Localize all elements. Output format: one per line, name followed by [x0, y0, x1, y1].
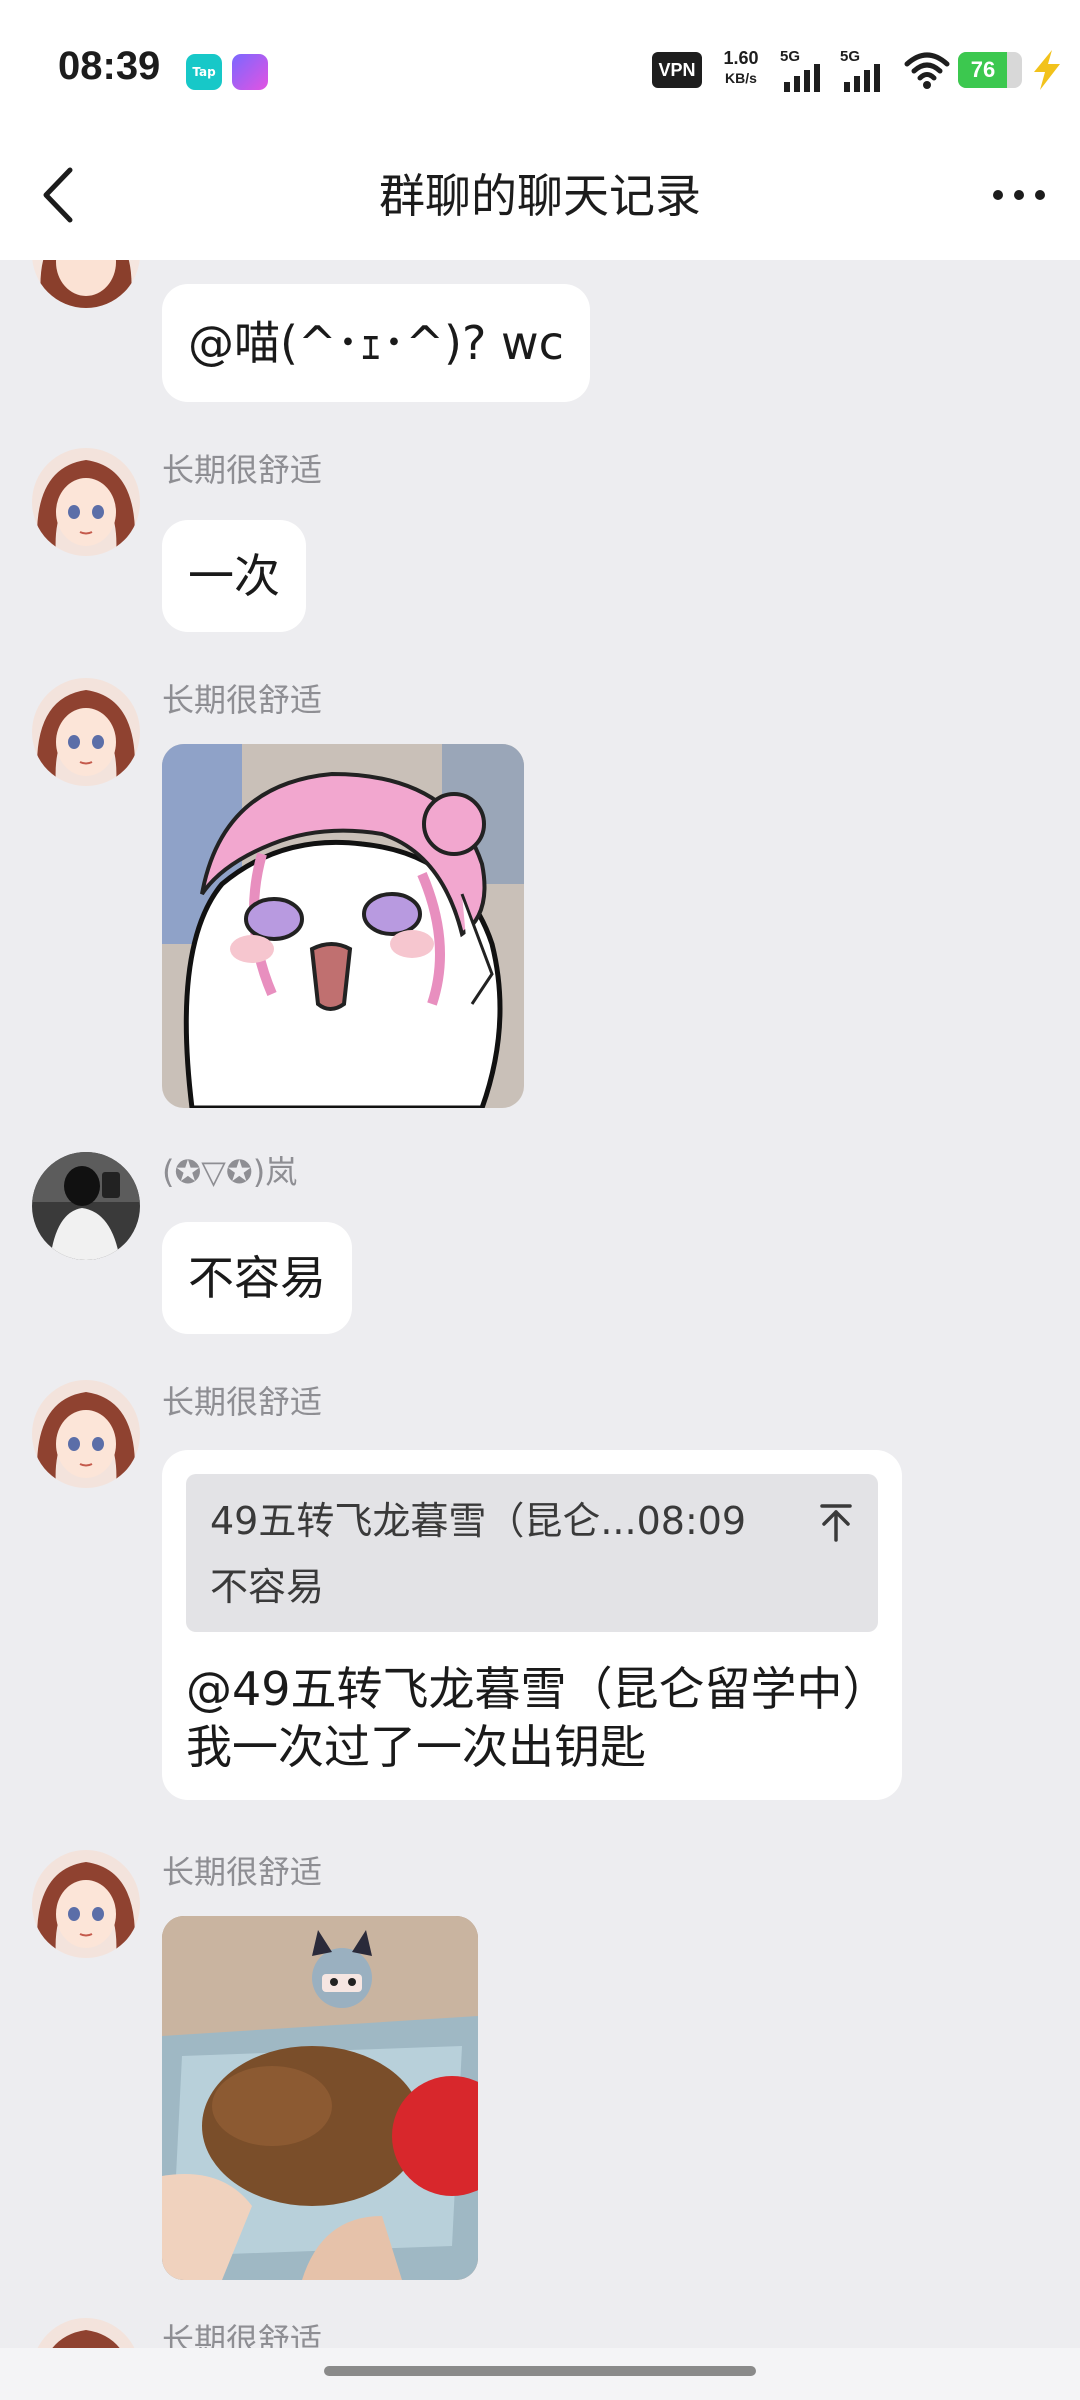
reply-message-bubble[interactable]: 49五转飞龙暮雪（昆仑...08:09 不容易 @49五转飞龙暮雪（昆仑留学中）…: [162, 1450, 902, 1800]
avatar[interactable]: [32, 678, 140, 786]
tap-icon: Tap: [186, 54, 222, 90]
status-bar: 08:39 Tap VPN 1.60 KB/s 5G 5G 76: [0, 0, 1080, 130]
avatar[interactable]: [32, 1380, 140, 1488]
more-button[interactable]: [984, 160, 1054, 230]
signal-icon: 5G: [840, 48, 888, 92]
speed-value: 1.60: [723, 48, 759, 68]
message-text: @喵(^･ｪ･^)? wc: [188, 316, 564, 370]
vpn-icon: VPN: [652, 52, 702, 88]
anime-girl-sticker[interactable]: [162, 744, 524, 1108]
signal-label: 5G: [840, 48, 861, 65]
message-text: 不容易: [188, 1251, 326, 1305]
avatar[interactable]: [32, 448, 140, 556]
message-bubble[interactable]: @喵(^･ｪ･^)? wc: [162, 284, 590, 402]
battery-percent: 76: [970, 57, 996, 82]
sender-name: (✪▽✪)岚: [162, 1153, 298, 1191]
sender-name: 长期很舒适: [162, 1383, 323, 1421]
status-time: 08:39: [58, 44, 161, 88]
sender-name: 长期很舒适: [162, 1853, 323, 1891]
message-bubble[interactable]: 一次: [162, 520, 306, 632]
battery-icon: 76: [958, 52, 1022, 88]
signal-icon: 5G: [780, 48, 828, 92]
speed-unit: KB/s: [725, 70, 757, 86]
signal-label: 5G: [780, 48, 801, 65]
reply-text: @49五转飞龙暮雪（昆仑留学中） 我一次过了一次出钥匙: [186, 1660, 889, 1776]
sender-name: 长期很舒适: [162, 681, 323, 719]
status-icons: VPN 1.60 KB/s 5G 5G 76: [600, 46, 1080, 94]
quoted-text: 不容易: [210, 1565, 325, 1609]
network-speed: 1.60 KB/s: [714, 48, 768, 88]
avatar[interactable]: [32, 1152, 140, 1260]
avatar[interactable]: [32, 260, 140, 308]
reply-text-line: 我一次过了一次出钥匙: [186, 1720, 646, 1774]
message-text: 一次: [188, 549, 280, 603]
top-nav-bar: 群聊的聊天记录: [0, 130, 1080, 260]
avatar[interactable]: [32, 1850, 140, 1958]
app-icon: [232, 54, 268, 90]
home-indicator[interactable]: [324, 2366, 756, 2376]
chat-history-screen: 08:39 Tap VPN 1.60 KB/s 5G 5G 76 群聊的聊天记录…: [0, 0, 1080, 2400]
quoted-header: 49五转飞龙暮雪（昆仑...08:09: [210, 1499, 747, 1543]
sender-name: 长期很舒适: [162, 2321, 323, 2348]
back-button[interactable]: [34, 160, 98, 230]
message-bubble[interactable]: 不容易: [162, 1222, 352, 1334]
jump-to-top-icon[interactable]: [816, 1500, 856, 1544]
quoted-message[interactable]: 49五转飞龙暮雪（昆仑...08:09 不容易: [186, 1474, 878, 1632]
wifi-icon: [904, 52, 950, 89]
avatar[interactable]: [32, 2318, 140, 2348]
more-dots-icon: [993, 190, 1045, 200]
message-list[interactable]: @喵(^･ｪ･^)? wc 长期很舒适 一次 长期很舒适 (✪▽✪)岚 不容易 …: [0, 260, 1080, 2348]
charging-icon: [1034, 50, 1060, 90]
reply-text-line: @49五转飞龙暮雪（昆仑留学中）: [186, 1662, 889, 1716]
chevron-left-icon: [43, 167, 73, 223]
cat-photo-sticker[interactable]: [162, 1916, 478, 2280]
sender-name: 长期很舒适: [162, 451, 323, 489]
page-title: 群聊的聊天记录: [379, 169, 701, 223]
